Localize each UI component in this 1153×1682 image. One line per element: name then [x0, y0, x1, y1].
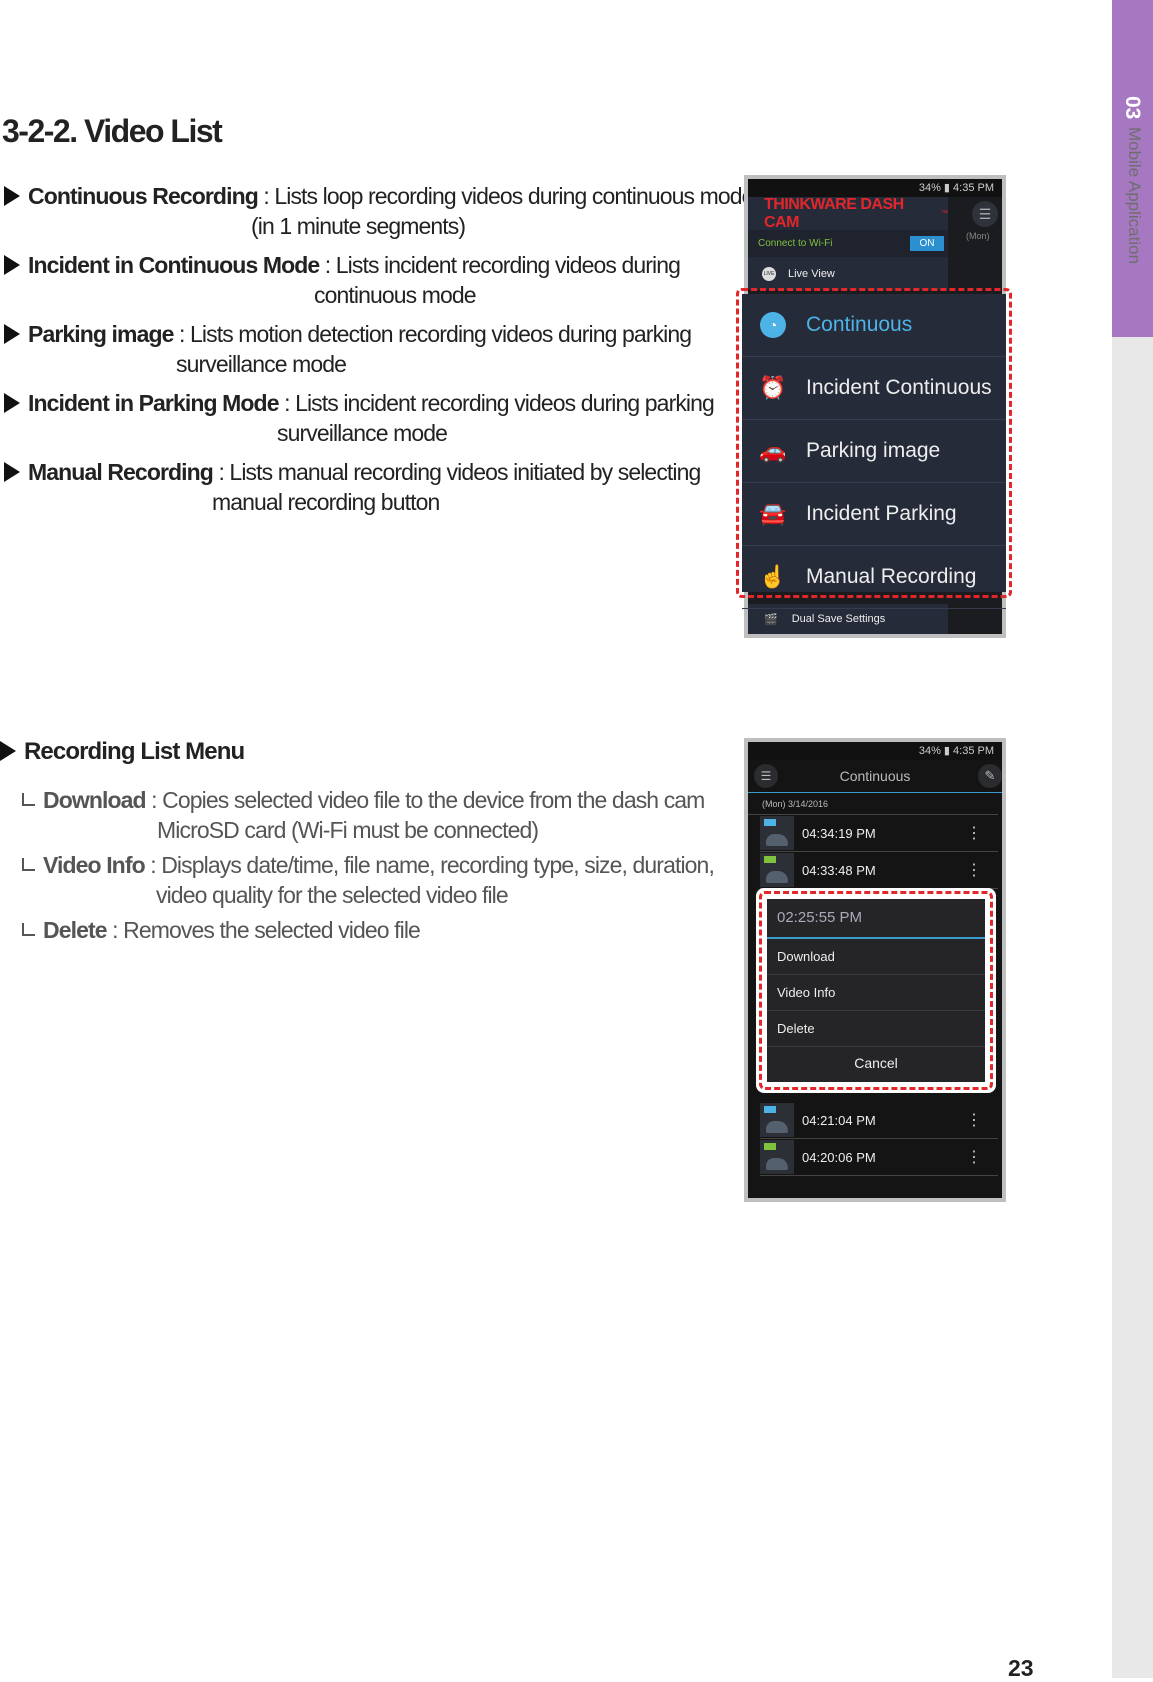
dialog-option-download[interactable]: Download — [767, 939, 985, 975]
more-options-icon[interactable]: ⋮ — [966, 1110, 982, 1130]
bullet-item: Incident in Continuous Mode : Lists inci… — [4, 252, 681, 279]
brand-logo: THINKWARE DASH CAM — [764, 195, 904, 231]
car-icon — [766, 871, 788, 883]
incident-clock-icon: ⏰ — [759, 375, 787, 400]
date-header: (Mon) 3/14/2016 — [748, 793, 998, 815]
continuous-camera-icon — [764, 819, 776, 826]
bullet-item: Parking image : Lists motion detection r… — [4, 321, 692, 348]
arrow-icon — [4, 462, 20, 482]
menu-item-continuous[interactable]: ◔ Continuous — [742, 294, 1006, 357]
video-row[interactable]: 04:33:48 PM ⋮ — [760, 852, 998, 889]
hand-pointer-icon: ☝ — [759, 564, 787, 589]
parking-car-icon: 🚗 — [759, 438, 787, 463]
menu-icon[interactable]: ☰ — [972, 201, 998, 227]
bullet-item-continued: surveillance mode — [176, 351, 347, 377]
video-row[interactable]: 04:20:06 PM ⋮ — [760, 1139, 998, 1176]
bullet-item: Incident in Parking Mode : Lists inciden… — [4, 390, 715, 417]
wifi-toggle[interactable]: ON — [910, 236, 944, 251]
chapter-title: Mobile Application — [1125, 127, 1144, 265]
chapter-label: 03 Mobile Application — [1112, 96, 1153, 336]
video-thumbnail — [760, 1103, 794, 1137]
manual-camera-icon — [764, 856, 776, 863]
continuous-camera-icon — [764, 1106, 776, 1113]
wifi-row[interactable]: Connect to Wi-Fi ON — [748, 230, 948, 257]
bullet-item: Continuous Recording : Lists loop record… — [4, 183, 754, 210]
section-title: 3-2-2. Video List — [2, 113, 223, 149]
menu-item-manual-recording[interactable]: ☝ Manual Recording — [742, 546, 1006, 609]
cancel-button[interactable]: Cancel — [767, 1047, 985, 1079]
car-icon — [766, 1121, 788, 1133]
list-header: ☰ Continuous ✎ — [748, 760, 1002, 793]
incident-car-icon: 🚘 — [759, 501, 787, 526]
arrow-icon — [0, 741, 16, 761]
chapter-number: 03 — [1121, 96, 1144, 120]
dialog-option-video-info[interactable]: Video Info — [767, 975, 985, 1011]
status-bar: 34% ▮ 4:35 PM — [748, 742, 1002, 760]
sub-item-continued: MicroSD card (Wi-Fi must be connected) — [157, 817, 539, 843]
car-icon — [766, 834, 788, 846]
arrow-icon — [4, 255, 20, 275]
highlight-dialog-box: 02:25:55 PM Download Video Info Delete Can… — [759, 891, 993, 1090]
highlight-menu-box: ◔ Continuous ⏰ Incident Continuous 🚗 Parking … — [736, 288, 1012, 609]
sub-item-download: Download : Copies selected video file to… — [20, 787, 705, 814]
manual-camera-icon — [764, 1143, 776, 1150]
video-thumbnail — [760, 816, 794, 850]
video-row[interactable]: 04:21:04 PM ⋮ — [760, 1102, 998, 1139]
video-row[interactable]: 04:34:19 PM ⋮ — [760, 815, 998, 852]
bullet-item: Manual Recording : Lists manual recordin… — [4, 459, 701, 486]
options-dialog: 02:25:55 PM Download Video Info Delete Can… — [767, 899, 985, 1082]
corner-icon — [22, 793, 35, 806]
more-options-icon[interactable]: ⋮ — [966, 860, 982, 880]
arrow-icon — [4, 393, 20, 413]
menu-item-incident-continuous[interactable]: ⏰ Incident Continuous — [742, 357, 1006, 420]
more-options-icon[interactable]: ⋮ — [966, 1147, 982, 1167]
bullet-item-continued: surveillance mode — [277, 420, 448, 446]
bullet-item-continued: continuous mode — [314, 282, 477, 308]
dialog-title: 02:25:55 PM — [767, 899, 985, 939]
sub-item-continued: video quality for the selected video fil… — [156, 882, 509, 908]
clock-icon: ◔ — [760, 312, 786, 338]
menu-item-incident-parking[interactable]: 🚘 Incident Parking — [742, 483, 1006, 546]
bullet-item-continued: manual recording button — [212, 489, 440, 515]
live-icon: LIVE — [762, 266, 776, 281]
corner-icon — [22, 858, 35, 871]
menu-item-parking-image[interactable]: 🚗 Parking image — [742, 420, 1006, 483]
video-thumbnail — [760, 1140, 794, 1174]
edit-icon[interactable]: ✎ — [978, 764, 1002, 788]
menu-icon[interactable]: ☰ — [754, 764, 778, 788]
arrow-icon — [4, 186, 20, 206]
car-icon — [766, 1158, 788, 1170]
corner-icon — [22, 923, 35, 936]
list-menu-heading: Recording List Menu — [0, 738, 245, 766]
sub-item-video-info: Video Info : Displays date/time, file na… — [20, 852, 715, 879]
live-view-item[interactable]: LIVE Live View — [748, 257, 948, 290]
more-options-icon[interactable]: ⋮ — [966, 823, 982, 843]
bullet-item-continued: (in 1 minute segments) — [251, 213, 466, 239]
video-thumbnail — [760, 853, 794, 887]
clapper-icon: 🎬 — [764, 613, 778, 626]
status-bar: 34% ▮ 4:35 PM — [748, 179, 1002, 197]
sub-item-delete: Delete : Removes the selected video file — [20, 917, 421, 944]
arrow-icon — [4, 324, 20, 344]
dialog-option-delete[interactable]: Delete — [767, 1011, 985, 1047]
